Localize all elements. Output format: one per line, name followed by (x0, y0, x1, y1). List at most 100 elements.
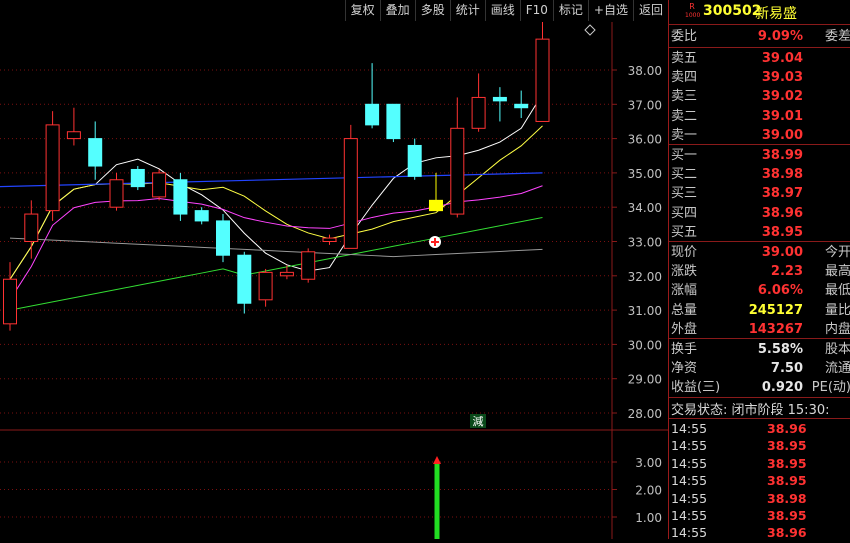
candle (152, 169, 167, 201)
stock-name: 新易盛 (755, 6, 797, 22)
candle-body (514, 103, 529, 109)
chart-toolbar-bar: 复权 叠加 多股 统计 画线 F10 标记 +自选 返回 (0, 0, 668, 22)
quote-row-3-label2: 量比 (824, 302, 850, 318)
price-tick-label: 32.00 (628, 270, 662, 284)
divider (669, 338, 850, 339)
candle-body (45, 124, 60, 212)
fund-row-0: 换手 5.58% 股本 (671, 340, 850, 359)
candle (216, 214, 230, 263)
candle (194, 207, 209, 225)
ask-level-3: 卖三 39.02 (671, 87, 850, 106)
price-tick-label: 33.00 (628, 236, 662, 250)
candle-body (88, 138, 103, 167)
toolbar-overlay-button[interactable]: 叠加 (379, 0, 415, 21)
candle-body (365, 103, 380, 126)
toolbar-back-button[interactable]: 返回 (632, 0, 668, 21)
candle-body (3, 278, 17, 325)
tick-row: 14:55 38.95 (671, 507, 850, 524)
kline-chart-svg[interactable]: 38.00 37.00 36.00 35.00 34.00 33.00 32.00 31.00… (0, 4, 668, 539)
candle-body (152, 172, 167, 198)
toolbar-multi-stock-button[interactable]: 多股 (414, 0, 450, 21)
quote-row-3-value: 245127 (748, 302, 803, 318)
quote-row-1-value: 2.23 (770, 264, 803, 280)
candle (45, 111, 60, 221)
bid-level-2-value: 38.98 (761, 167, 803, 183)
order-ratio-row: 委比 9.09% 委差 (671, 27, 850, 46)
quote-row-0-label2: 今开 (824, 245, 850, 260)
ask-level-2-label: 卖二 (671, 108, 698, 124)
trade-status: 交易状态: 闭市阶段 15:30: (671, 403, 830, 418)
ask-level-3-label: 卖三 (671, 89, 698, 105)
price-tick-label: 37.00 (628, 98, 662, 112)
fund-row-2-value: 0.920 (761, 380, 803, 396)
quote-row-2-value: 6.06% (757, 283, 803, 299)
bid-level-3-label: 买三 (671, 186, 698, 202)
tick-time: 14:55 (671, 473, 708, 489)
volume-tick-label: 3.00 (635, 456, 662, 470)
candle-body (24, 213, 39, 242)
tick-row: 14:55 38.98 (671, 490, 850, 507)
candle (407, 138, 422, 180)
quote-panel: R 1000 300502 新易盛 委比 9.09% 委差 卖五 39.04 卖四 3… (668, 0, 850, 540)
price-tick-label: 31.00 (628, 304, 662, 318)
ma60-line (9, 237, 543, 258)
chart-grid (0, 22, 668, 539)
candle (429, 172, 443, 212)
quote-row-4-value: 143267 (748, 321, 803, 337)
candle (109, 172, 124, 211)
candle (237, 251, 252, 314)
kline-chart-area[interactable]: 38.00 37.00 36.00 35.00 34.00 33.00 32.00 31.00… (0, 4, 668, 539)
order-ratio-label: 委比 (671, 29, 698, 44)
divider (669, 144, 850, 145)
candle-body (279, 271, 294, 277)
candle-body (109, 179, 124, 208)
toolbar-draw-line-button[interactable]: 画线 (484, 0, 520, 21)
order-diff-label: 委差 (824, 29, 850, 44)
candle (258, 268, 273, 307)
toolbar-mark-button[interactable]: 标记 (552, 0, 588, 21)
ask-level-2-value: 39.01 (761, 108, 803, 124)
badge-top: R (689, 2, 695, 11)
ask-level-1-label: 卖一 (671, 127, 698, 143)
divider (669, 397, 850, 398)
ask-level-4-label: 卖四 (671, 70, 698, 86)
price-tick-label: 35.00 (628, 167, 662, 181)
volume-up-arrow (433, 456, 441, 464)
tick-price: 38.96 (767, 421, 807, 436)
quote-row-4-label: 外盘 (671, 321, 698, 337)
candle (514, 90, 529, 119)
quote-row-0-value: 39.00 (761, 245, 803, 260)
ma30-line (9, 216, 543, 311)
candle-body (450, 127, 465, 215)
quote-row-0-label: 现价 (671, 245, 698, 260)
tick-row: 14:55 38.96 (671, 420, 850, 437)
bid-level-5-value: 38.95 (761, 224, 803, 240)
toolbar-add-watchlist-button[interactable]: +自选 (587, 0, 633, 21)
quote-row-2-label2: 最低 (824, 283, 850, 299)
toolbar-statistics-button[interactable]: 统计 (449, 0, 485, 21)
tick-time: 14:55 (671, 490, 708, 506)
candle (450, 97, 465, 218)
tick-time: 14:55 (671, 421, 708, 436)
fund-row-2-label: 收益(三) (671, 380, 721, 396)
tick-row: 14:55 38.95 (671, 472, 850, 489)
price-tick-label: 29.00 (628, 373, 662, 387)
candle (130, 166, 145, 191)
fund-row-0-value: 5.58% (757, 342, 803, 357)
tick-row: 14:55 38.95 (671, 437, 850, 454)
volume-tick-label: 2.00 (635, 484, 662, 498)
candle (173, 172, 188, 221)
bid-level-5: 买五 38.95 (671, 223, 850, 242)
order-ratio-value: 9.09% (757, 29, 803, 44)
ask-level-5-label: 卖五 (671, 51, 698, 66)
quote-row-2: 涨幅 6.06% 最低 (671, 281, 850, 300)
tick-time: 14:55 (671, 455, 708, 471)
candle-body (258, 271, 273, 301)
toolbar-restore-rights-button[interactable]: 复权 (344, 0, 380, 21)
bid-level-3: 买三 38.97 (671, 184, 850, 203)
toolbar-f10-button[interactable]: F10 (519, 0, 553, 21)
quote-row-1-label: 涨跌 (671, 264, 698, 280)
reduce-label-box: 減 (470, 414, 486, 428)
fund-row-1-label2: 流通 (824, 361, 850, 377)
price-tick-label: 28.00 (628, 407, 662, 421)
